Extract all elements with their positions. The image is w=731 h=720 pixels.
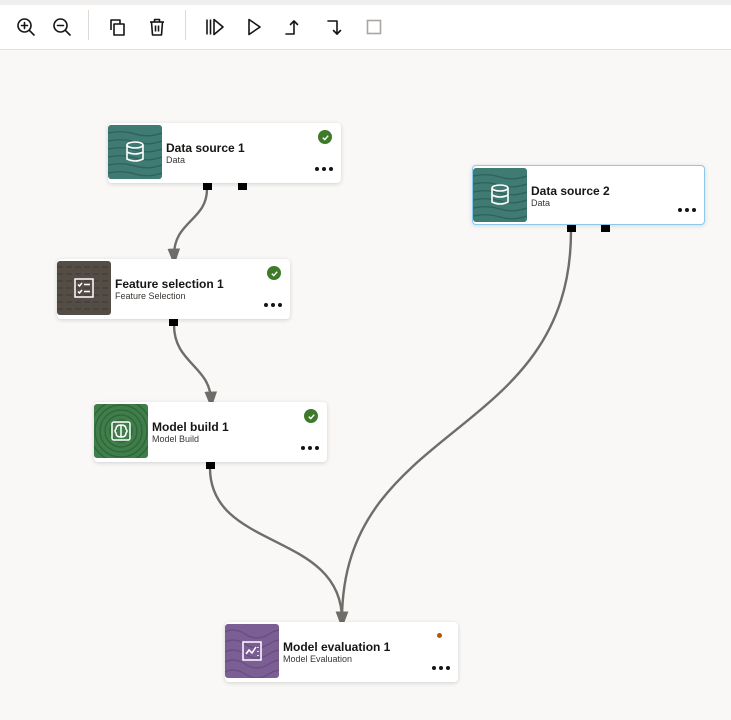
output-port[interactable] — [203, 183, 212, 190]
more-options-icon[interactable] — [432, 666, 450, 672]
node-subtitle: Data — [531, 198, 551, 208]
link-model-build-1-to-model-evaluation-1[interactable] — [208, 467, 349, 629]
output-port[interactable] — [601, 225, 610, 232]
copy-icon — [110, 19, 125, 36]
node-icon-tile — [57, 261, 111, 315]
node-subtitle: Model Evaluation — [283, 654, 353, 664]
zoom-out-button[interactable] — [47, 12, 77, 42]
zoom-in-icon — [17, 18, 35, 36]
node-subtitle: Model Build — [152, 434, 200, 444]
run-all-icon — [206, 18, 224, 36]
node-subtitle: Data — [166, 155, 186, 165]
step-down-icon — [327, 20, 342, 35]
node-title: Feature selection 1 — [115, 277, 224, 291]
play-icon — [248, 18, 261, 36]
pending-status-icon — [437, 633, 442, 638]
node-model-build-1[interactable]: Model build 1 Model Build — [94, 402, 327, 469]
zoom-out-icon — [53, 18, 71, 36]
node-subtitle: Feature Selection — [115, 291, 186, 301]
step-up-icon — [285, 20, 299, 35]
more-options-icon[interactable] — [264, 303, 282, 309]
node-icon-tile — [94, 404, 148, 458]
node-title: Data source 1 — [166, 141, 245, 155]
node-title: Model evaluation 1 — [283, 640, 391, 654]
node-icon-tile — [225, 624, 279, 678]
trash-icon — [150, 18, 164, 36]
node-model-evaluation-1[interactable]: Model evaluation 1 Model Evaluation — [225, 622, 458, 682]
output-port[interactable] — [169, 319, 178, 326]
more-options-icon[interactable] — [315, 167, 333, 173]
zoom-in-button[interactable] — [11, 12, 41, 42]
success-check-icon — [304, 409, 318, 423]
output-port[interactable] — [567, 225, 576, 232]
run-all-button[interactable] — [199, 12, 229, 42]
toolbar-separator — [88, 10, 89, 40]
output-port[interactable] — [238, 183, 247, 190]
more-options-icon[interactable] — [301, 446, 319, 452]
run-to-node-button[interactable] — [278, 12, 308, 42]
stop-icon — [366, 19, 382, 35]
workflow-canvas[interactable]: Data source 1 Data Data source 2 Data Fe… — [0, 51, 731, 720]
copy-button[interactable] — [102, 12, 132, 42]
node-icon-tile — [108, 125, 162, 179]
link-data-source-2-to-model-evaluation-1[interactable] — [335, 230, 573, 629]
toolbar — [0, 0, 731, 50]
toolbar-separator — [185, 10, 186, 40]
link-feature-selection-1-to-model-build-1[interactable] — [172, 324, 218, 409]
more-options-icon[interactable] — [678, 208, 696, 214]
output-port[interactable] — [206, 462, 215, 469]
node-data-source-1[interactable]: Data source 1 Data — [108, 123, 341, 190]
node-data-source-2[interactable]: Data source 2 Data — [472, 165, 705, 232]
delete-button[interactable] — [142, 12, 172, 42]
node-title: Model build 1 — [152, 420, 229, 434]
run-from-node-button[interactable] — [319, 12, 349, 42]
node-icon-tile — [473, 168, 527, 222]
node-feature-selection-1[interactable]: Feature selection 1 Feature Selection — [57, 259, 290, 326]
success-check-icon — [318, 130, 332, 144]
node-title: Data source 2 — [531, 184, 610, 198]
run-button[interactable] — [239, 12, 269, 42]
stop-button[interactable] — [359, 12, 389, 42]
link-data-source-1-to-feature-selection-1[interactable] — [167, 188, 209, 266]
success-check-icon — [267, 266, 281, 280]
